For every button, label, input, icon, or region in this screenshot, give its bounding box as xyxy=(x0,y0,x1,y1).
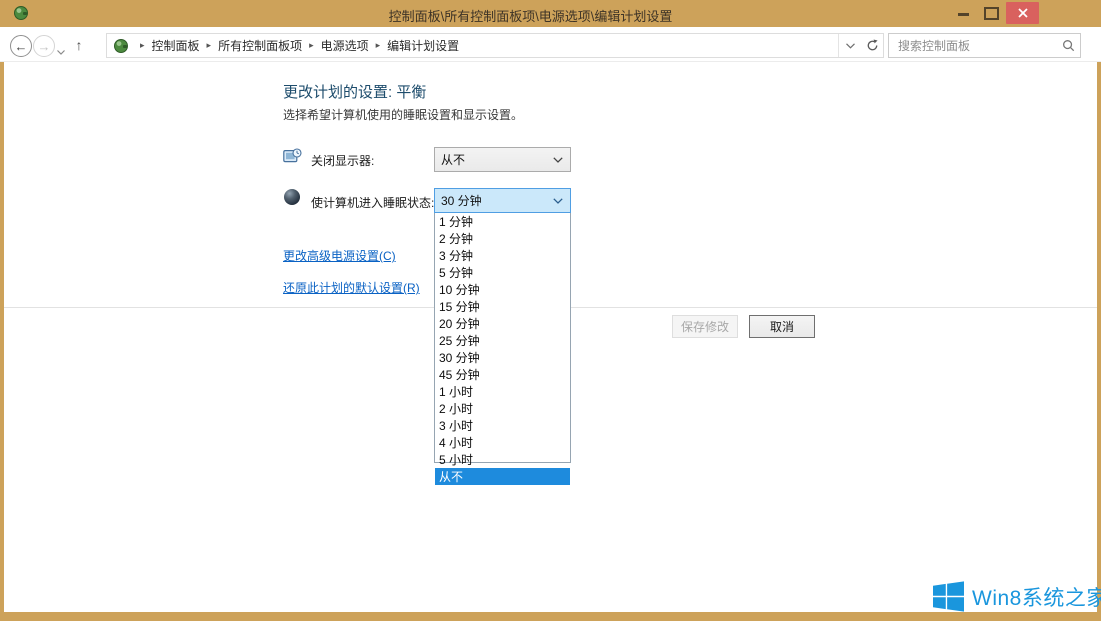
turn-off-display-label: 关闭显示器: xyxy=(311,152,374,169)
search-input[interactable] xyxy=(889,39,1057,53)
dropdown-option[interactable]: 4 小时 xyxy=(435,434,570,451)
forward-icon: → xyxy=(38,40,51,53)
dropdown-option[interactable]: 10 分钟 xyxy=(435,281,570,298)
dropdown-option[interactable]: 45 分钟 xyxy=(435,366,570,383)
dropdown-option[interactable]: 2 分钟 xyxy=(435,230,570,247)
sleep-timeout-label: 使计算机进入睡眠状态: xyxy=(311,194,434,211)
sleep-timeout-value: 30 分钟 xyxy=(435,192,553,209)
search-box[interactable] xyxy=(888,33,1081,58)
dropdown-option-selected[interactable]: 从不 xyxy=(435,468,570,485)
close-button[interactable] xyxy=(1006,2,1039,24)
breadcrumb-separator-icon: ▸ xyxy=(302,40,321,51)
search-button[interactable] xyxy=(1057,34,1080,57)
chevron-down-icon xyxy=(57,50,65,55)
dropdown-option[interactable]: 20 分钟 xyxy=(435,315,570,332)
dropdown-option[interactable]: 1 分钟 xyxy=(435,213,570,230)
sleep-timeout-select[interactable]: 30 分钟 xyxy=(434,188,571,213)
chevron-down-icon xyxy=(553,198,570,204)
page-subtitle: 选择希望计算机使用的睡眠设置和显示设置。 xyxy=(283,106,523,123)
navigation-bar: ← → ↑ ▸ 控制面板 ▸ 所有控制面板项 ▸ 电源选项 ▸ 编辑计划设置 xyxy=(0,27,1101,62)
forward-button[interactable]: → xyxy=(33,35,55,57)
brand-name: Win8系统之家 xyxy=(972,582,1101,612)
power-options-app-icon xyxy=(13,5,29,21)
dropdown-option[interactable]: 15 分钟 xyxy=(435,298,570,315)
breadcrumb-separator-icon: ▸ xyxy=(133,40,152,51)
search-icon xyxy=(1062,39,1075,52)
close-icon xyxy=(1018,8,1028,18)
back-button[interactable]: ← xyxy=(10,35,32,57)
save-changes-button[interactable]: 保存修改 xyxy=(672,315,738,338)
titlebar: 控制面板\所有控制面板项\电源选项\编辑计划设置 xyxy=(0,0,1101,27)
chevron-down-icon xyxy=(553,157,570,163)
breadcrumb-edit-plan[interactable]: 编辑计划设置 xyxy=(387,37,459,54)
display-clock-icon xyxy=(283,148,302,165)
breadcrumb-all-items[interactable]: 所有控制面板项 xyxy=(218,37,302,54)
maximize-button[interactable] xyxy=(984,7,999,20)
display-timeout-value: 从不 xyxy=(435,151,553,168)
dropdown-option[interactable]: 25 分钟 xyxy=(435,332,570,349)
restore-default-settings-link[interactable]: 还原此计划的默认设置(R) xyxy=(283,279,420,296)
screenshot-root: { "titlebar": { "title": "控制面板\\所有控制面板项\… xyxy=(0,0,1101,621)
dropdown-option[interactable]: 1 小时 xyxy=(435,383,570,400)
change-advanced-power-settings-link[interactable]: 更改高级电源设置(C) xyxy=(283,247,396,264)
dropdown-option[interactable]: 5 分钟 xyxy=(435,264,570,281)
refresh-icon xyxy=(866,39,879,52)
brand-watermark: Win8系统之家 xyxy=(933,581,1101,612)
cancel-button[interactable]: 取消 xyxy=(749,315,815,338)
up-icon: ↑ xyxy=(76,37,83,53)
dropdown-option[interactable]: 2 小时 xyxy=(435,400,570,417)
recent-pages-button[interactable] xyxy=(57,42,65,60)
breadcrumb-separator-icon: ▸ xyxy=(369,40,388,51)
page-title: 更改计划的设置: 平衡 xyxy=(283,81,426,102)
address-dropdown-button[interactable] xyxy=(839,34,861,57)
dropdown-option[interactable]: 3 小时 xyxy=(435,417,570,434)
refresh-button[interactable] xyxy=(861,34,883,57)
sleep-timeout-dropdown-list: 1 分钟 2 分钟 3 分钟 5 分钟 10 分钟 15 分钟 20 分钟 25… xyxy=(434,213,571,463)
minimize-button[interactable] xyxy=(958,13,969,16)
power-options-icon xyxy=(113,38,129,54)
windows-logo-icon xyxy=(933,581,964,612)
window-title: 控制面板\所有控制面板项\电源选项\编辑计划设置 xyxy=(120,6,941,25)
breadcrumb-separator-icon: ▸ xyxy=(200,40,219,51)
up-button[interactable]: ↑ xyxy=(70,35,88,55)
dropdown-option[interactable]: 3 分钟 xyxy=(435,247,570,264)
dropdown-option[interactable]: 5 小时 xyxy=(435,451,570,468)
breadcrumb-control-panel[interactable]: 控制面板 xyxy=(152,37,200,54)
chevron-down-icon xyxy=(846,43,855,49)
back-icon: ← xyxy=(15,40,28,53)
breadcrumb-power-options[interactable]: 电源选项 xyxy=(321,37,369,54)
dropdown-option[interactable]: 30 分钟 xyxy=(435,349,570,366)
address-bar[interactable]: ▸ 控制面板 ▸ 所有控制面板项 ▸ 电源选项 ▸ 编辑计划设置 xyxy=(106,33,884,58)
sleep-moon-icon xyxy=(284,189,300,205)
display-timeout-select[interactable]: 从不 xyxy=(434,147,571,172)
